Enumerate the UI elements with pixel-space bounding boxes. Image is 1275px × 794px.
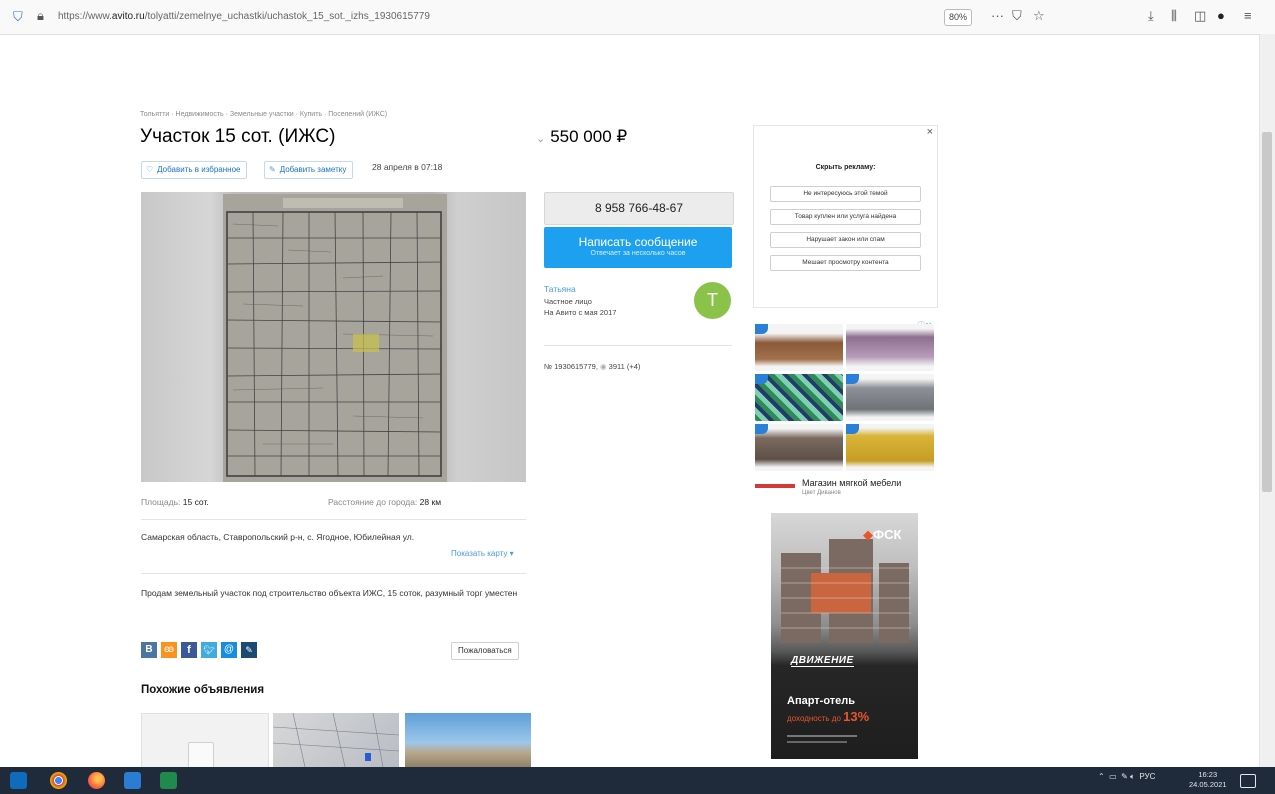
mail-icon[interactable]: @ (221, 642, 237, 658)
zoom-level[interactable]: 80% (944, 9, 972, 26)
land-plan-image (223, 194, 447, 482)
sofa-image (755, 374, 843, 421)
library-icon[interactable]: ⫼ (1171, 9, 1177, 23)
listing-stats: № 1930615779, ◉ 3911 (+4) (544, 362, 641, 371)
chevron-down-icon: ▾ (509, 549, 514, 558)
avatar[interactable]: Т (694, 282, 731, 319)
hide-ad-option[interactable]: Товар куплен или услуга найдена (770, 209, 921, 225)
banner-project: ДВИЖЕНИЕ (791, 655, 854, 667)
twitter-icon[interactable]: 🐦︎ (201, 642, 217, 658)
note-icon: ✎ (269, 165, 276, 174)
eye-icon: ◉ (600, 362, 607, 371)
banner-brand: ◆ФСК (863, 527, 902, 542)
page-title: Участок 15 сот. (ИЖС) (140, 126, 336, 147)
taskbar (0, 767, 1275, 794)
pen-icon[interactable]: ✎ (1121, 772, 1128, 781)
notification-icon[interactable] (1240, 774, 1256, 788)
seller-name-link[interactable]: Татьяна (544, 284, 576, 294)
download-icon[interactable]: ⤓ (1148, 9, 1154, 23)
price: ⌄ 550 000 ₽ (536, 127, 628, 146)
divider (141, 573, 526, 574)
shield-icon[interactable]: ⛉ (13, 10, 23, 24)
sofa-image (846, 324, 934, 371)
scrollbar-thumb[interactable] (1262, 132, 1272, 492)
placeholder-image-icon (188, 742, 214, 770)
vk-icon[interactable]: В (141, 642, 157, 658)
similar-item-thumbnail[interactable] (273, 713, 399, 767)
hide-ad-option[interactable]: Нарушает закон или спам (770, 232, 921, 248)
word-icon[interactable] (124, 772, 141, 789)
sidebar-icon[interactable]: ◫ (1194, 9, 1206, 23)
hide-ad-option[interactable]: Не интересуюсь этой темой (770, 186, 921, 202)
breadcrumb[interactable]: Тольятти · Недвижимость · Земельные учас… (140, 111, 387, 118)
report-button[interactable]: Пожаловаться (451, 642, 519, 660)
seller-since: На Авито с мая 2017 (544, 308, 617, 317)
network-icon[interactable]: ▭ (1109, 772, 1117, 781)
similar-heading: Похожие объявления (141, 684, 265, 696)
sofa-image (755, 324, 843, 371)
divider (544, 345, 732, 346)
excel-icon[interactable] (160, 772, 177, 789)
response-time: Отвечает за несколько часов (590, 250, 686, 257)
furniture-store-name: Магазин мягкой мебели (802, 478, 902, 488)
sofa-image (755, 424, 843, 471)
write-message-label: Написать сообщение (578, 235, 698, 249)
close-icon[interactable]: × (927, 126, 933, 138)
more-actions-icon[interactable]: ··· (991, 9, 1004, 23)
similar-item-thumbnail[interactable] (405, 713, 531, 767)
write-message-button[interactable]: Написать сообщение Отвечает за несколько… (544, 227, 732, 268)
outlook-icon[interactable] (10, 772, 27, 789)
store-logo (755, 484, 795, 488)
menu-icon[interactable]: ≡ (1244, 9, 1252, 23)
pocket-icon[interactable]: ⛉ (1012, 9, 1022, 23)
ok-icon[interactable]: ꙭ (161, 642, 177, 658)
fsk-logo-icon: ◆ (863, 527, 873, 542)
listing-date: 28 апреля в 07:18 (372, 162, 443, 172)
language-indicator[interactable]: РУС (1139, 772, 1155, 781)
facebook-icon[interactable]: f (181, 642, 197, 658)
clock[interactable]: 16:23 24.05.2021 (1189, 770, 1227, 790)
add-note-button[interactable]: ✎ Добавить заметку (264, 161, 354, 179)
area-param: Площадь: 15 сот. (141, 497, 209, 507)
price-chevron-icon[interactable]: ⌄ (536, 133, 545, 145)
similar-item-thumbnail[interactable] (141, 713, 269, 770)
seller-type: Частное лицо (544, 297, 592, 306)
firefox-icon[interactable] (88, 772, 105, 789)
show-map-link[interactable]: Показать карту ▾ (451, 549, 514, 558)
divider (141, 519, 526, 520)
banner-line1: Апарт-отель (787, 695, 856, 707)
hide-ad-option[interactable]: Мешает просмотру контента (770, 255, 921, 271)
distance-param: Расстояние до города: 28 км (328, 497, 442, 507)
hide-ad-panel: × Скрыть рекламу: Не интересуюсь этой те… (753, 125, 938, 308)
heart-icon: ♡ (146, 165, 154, 174)
add-to-favorites-button[interactable]: ♡ Добавить в избранное (141, 161, 248, 179)
description: Продам земельный участок под строительст… (141, 588, 518, 598)
hide-ad-title: Скрыть рекламу: (815, 164, 876, 171)
lock-icon[interactable]: 🔒︎ (37, 9, 44, 23)
show-phone-button[interactable]: 8 958 766-48-67 (544, 192, 734, 225)
extension-icon[interactable]: ● (1217, 9, 1225, 23)
address-bar[interactable]: https://www.avito.ru/tolyatti/zemelnye_u… (58, 11, 430, 22)
sofa-image (846, 374, 934, 421)
chevron-up-icon[interactable]: ⌃ (1098, 772, 1105, 781)
volume-icon[interactable]: 🔈︎ (1130, 772, 1135, 781)
sofa-image (846, 424, 934, 471)
address: Самарская область, Ставропольский р-н, с… (141, 532, 415, 542)
bookmark-star-icon[interactable]: ☆ (1033, 9, 1045, 23)
apartment-banner-ad[interactable]: ◆ФСК ДВИЖЕНИЕ Апарт-отель доходность до … (771, 513, 918, 759)
lj-icon[interactable]: ✎ (241, 642, 257, 658)
banner-fineprint (787, 741, 847, 743)
listing-photo[interactable] (141, 192, 526, 482)
chrome-icon[interactable] (50, 772, 67, 789)
furniture-store-sub: Цвет Диванов (802, 490, 841, 496)
furniture-ad[interactable]: ⓘ✕ Магазин мягкой мебели Цвет Диванов (753, 320, 936, 500)
banner-fineprint (787, 735, 857, 737)
banner-line2: доходность до 13% (787, 709, 870, 724)
system-tray[interactable]: ⌃ ▭ ✎ 🔈︎ РУС (1098, 772, 1155, 782)
